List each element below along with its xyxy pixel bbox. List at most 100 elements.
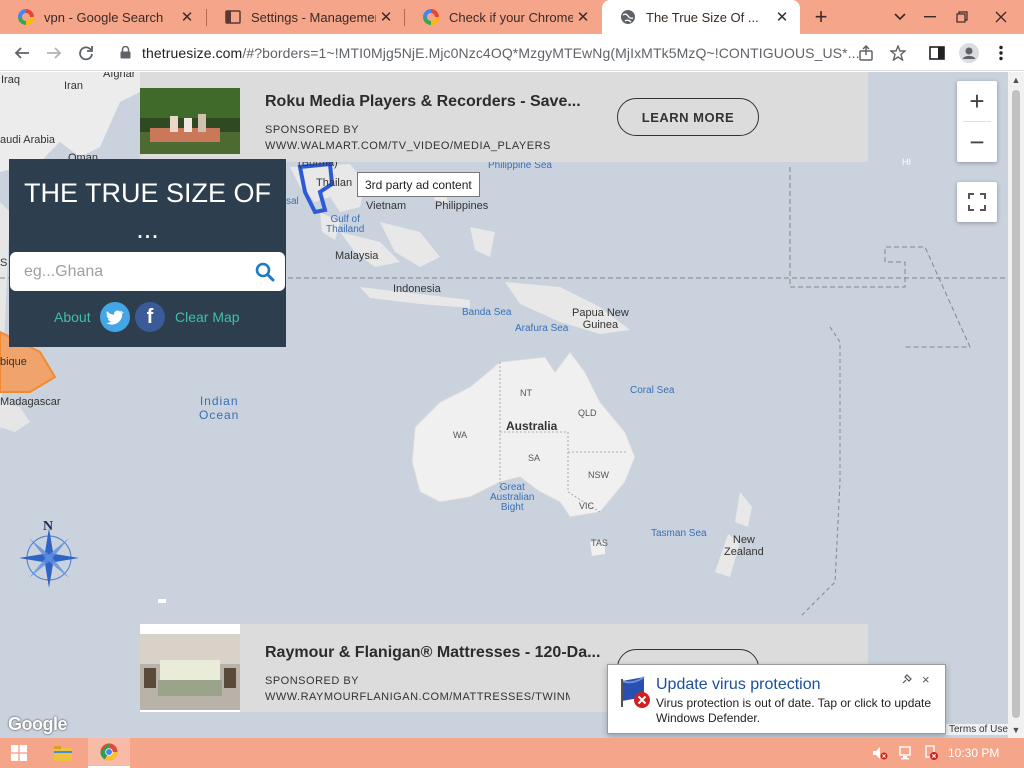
ad-image-roku[interactable] — [140, 88, 240, 154]
tab-title: vpn - Google Search — [44, 9, 164, 25]
compass-rose-icon: N — [19, 519, 79, 588]
google-icon — [423, 9, 439, 25]
country-search-input[interactable] — [24, 252, 244, 291]
app-title: THE TRUE SIZE OF ... — [23, 178, 272, 244]
map-label-saudi-arabia: audi Arabia — [0, 134, 56, 146]
url-path: /#?borders=1~!MTI0Mjg5NjE.Mjc0Nzc4OQ*Mzg… — [242, 44, 860, 61]
ad-sponsor-label: SPONSORED BY — [265, 675, 360, 687]
map-label-vic: VIC — [579, 501, 595, 511]
restore-icon[interactable] — [946, 0, 978, 34]
twitter-icon[interactable] — [100, 302, 130, 332]
map-label-tas: TAS — [591, 538, 608, 548]
map-label-great-australian-bight: Great Australian Bight — [490, 482, 535, 513]
close-icon[interactable]: ✕ — [177, 7, 197, 27]
fullscreen-icon — [968, 193, 986, 211]
virus-protection-notification[interactable]: Update virus protection Virus protection… — [607, 664, 946, 734]
side-panel-icon[interactable] — [923, 39, 951, 67]
tab-vpn-google-search[interactable]: vpn - Google Search ✕ — [0, 0, 205, 34]
ad-title[interactable]: Roku Media Players & Recorders - Save... — [265, 93, 581, 111]
file-explorer-icon[interactable] — [45, 738, 81, 768]
map-label-coral-sea: Coral Sea — [630, 385, 675, 396]
ad-tooltip: 3rd party ad content — [357, 172, 480, 197]
network-icon[interactable] — [894, 738, 918, 768]
scroll-down-icon[interactable]: ▼ — [1008, 722, 1024, 738]
minimize-icon[interactable] — [914, 0, 946, 34]
terms-of-use-link[interactable]: Terms of Use — [946, 724, 1011, 735]
notification-close-button[interactable]: × — [922, 672, 930, 687]
fullscreen-button[interactable] — [957, 182, 997, 222]
map-label-indonesia: Indonesia — [393, 283, 441, 295]
tab-the-true-size[interactable]: The True Size Of ... ✕ — [602, 0, 800, 34]
notification-body[interactable]: Virus protection is out of date. Tap or … — [656, 696, 942, 726]
profile-avatar-icon[interactable] — [955, 39, 983, 67]
tab-check-chrome[interactable]: Check if your Chrome br ✕ — [405, 0, 601, 34]
ad-image-mattress[interactable] — [140, 624, 240, 712]
windows-start-icon[interactable] — [0, 738, 38, 768]
ad-url[interactable]: WWW.RAYMOURFLANIGAN.COM/MATTRESSES/TWINM… — [265, 691, 570, 703]
taskbar-clock[interactable]: 10:30 PM — [948, 738, 999, 768]
learn-more-button[interactable]: LEARN MORE — [617, 98, 759, 136]
globe-icon — [620, 9, 636, 25]
close-icon[interactable]: ✕ — [772, 7, 792, 27]
close-window-icon[interactable] — [978, 0, 1024, 34]
windows-flag-warning-icon — [621, 676, 650, 708]
url-host: thetruesize.com — [142, 44, 243, 61]
scroll-up-icon[interactable]: ▲ — [1008, 72, 1024, 88]
map-label-hi: HI — [902, 157, 911, 167]
map-label-nt: NT — [520, 388, 532, 398]
scroll-thumb[interactable] — [1012, 90, 1020, 718]
pin-icon[interactable] — [901, 673, 913, 688]
compass-north-letter: N — [43, 519, 53, 534]
ad-url[interactable]: WWW.WALMART.COM/TV_VIDEO/MEDIA_PLAYERS — [265, 140, 565, 152]
map-label-nsw: NSW — [588, 470, 609, 480]
url-text[interactable]: thetruesize.com/#?borders=1~!MTI0Mjg5NjE… — [142, 45, 916, 61]
bookmark-star-icon[interactable] — [884, 39, 912, 67]
action-center-warning-icon[interactable] — [920, 738, 942, 768]
tab-title: Check if your Chrome br — [449, 9, 573, 25]
map-label-arafura-sea: Arafura Sea — [515, 323, 569, 334]
share-icon[interactable] — [852, 39, 880, 67]
close-icon[interactable]: ✕ — [376, 7, 396, 27]
map-label-thailand: Thailan — [316, 177, 353, 189]
facebook-icon[interactable]: f — [135, 302, 165, 332]
tab-search-chevron-icon[interactable] — [884, 0, 916, 34]
map-label-iran: Iran — [64, 80, 83, 92]
map-label-malaysia: Malaysia — [335, 250, 379, 262]
map-label-vietnam: Vietnam — [366, 200, 407, 212]
ad-banner-top[interactable]: Roku Media Players & Recorders - Save...… — [140, 72, 868, 162]
page-scrollbar[interactable]: ▲ ▼ — [1008, 72, 1024, 738]
ad-title[interactable]: Raymour & Flanigan® Mattresses - 120-Da.… — [265, 644, 600, 662]
map-label-mozambique: bique — [0, 356, 27, 368]
google-icon — [18, 9, 34, 25]
about-link[interactable]: About — [54, 309, 91, 325]
volume-muted-icon[interactable] — [868, 738, 892, 768]
country-search-box[interactable] — [10, 252, 285, 291]
chrome-taskbar-icon[interactable] — [88, 738, 130, 768]
map-label-indian-ocean: Indian Ocean — [199, 394, 240, 422]
zoom-in-button[interactable]: + — [957, 81, 997, 121]
tab-strip: vpn - Google Search ✕ Settings - Managem… — [0, 0, 1024, 34]
new-tab-button[interactable]: + — [808, 4, 834, 30]
search-icon[interactable] — [255, 262, 275, 282]
map-label-banda-sea: Banda Sea — [462, 307, 512, 318]
address-bar[interactable]: thetruesize.com/#?borders=1~!MTI0Mjg5NjE… — [108, 38, 916, 67]
notification-title[interactable]: Update virus protection — [656, 676, 821, 694]
map-label-iraq: Iraq — [1, 74, 20, 86]
back-arrow-icon[interactable] — [8, 39, 36, 67]
more-menu-icon[interactable] — [987, 39, 1015, 67]
map-label-new-zealand: New Zealand — [724, 534, 764, 558]
zoom-control: + − — [957, 81, 997, 162]
map-label-australia: Australia — [506, 419, 558, 433]
clear-map-link[interactable]: Clear Map — [175, 309, 240, 325]
browser-toolbar: thetruesize.com/#?borders=1~!MTI0Mjg5NjE… — [0, 34, 1024, 71]
close-icon[interactable]: ✕ — [573, 7, 593, 27]
zoom-out-button[interactable]: − — [957, 122, 997, 162]
map-label-wa: WA — [453, 430, 468, 440]
google-logo[interactable]: Google — [8, 714, 68, 735]
reload-icon[interactable] — [72, 39, 100, 67]
tab-title: Settings - Management — [251, 9, 376, 25]
forward-arrow-icon[interactable] — [40, 39, 68, 67]
tab-settings-management[interactable]: Settings - Management ✕ — [207, 0, 404, 34]
map-label-madagascar: Madagascar — [0, 396, 61, 408]
lock-icon[interactable] — [118, 46, 132, 60]
